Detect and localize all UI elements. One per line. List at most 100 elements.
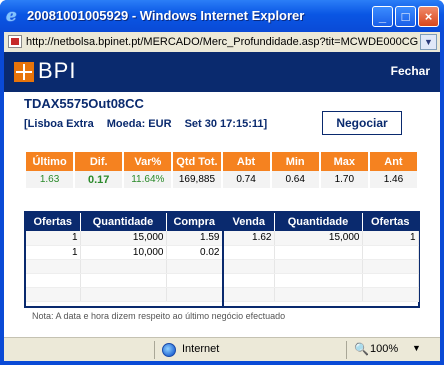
bid-header-row: Ofertas Quantidade Compra [26, 213, 222, 231]
chevron-down-icon[interactable]: ▼ [412, 343, 421, 353]
ask-price: 1.62 [224, 231, 275, 246]
ie-icon: e [6, 6, 17, 26]
header-bid-offers: Ofertas [26, 213, 81, 231]
bid-offers [26, 273, 81, 288]
instrument-name: TDAX5575Out08CC [24, 96, 144, 111]
header-ask: Venda [224, 213, 275, 231]
bid-qty [80, 287, 167, 302]
zoom-level[interactable]: 100% [370, 343, 398, 355]
table-row [224, 273, 419, 288]
header-ant: Ant [369, 152, 417, 171]
currency-label: Moeda: EUR [106, 118, 172, 130]
header-ultimo: Último [26, 152, 74, 171]
address-bar: http://netbolsa.bpinet.pt/MERCADO/Merc_P… [4, 32, 440, 52]
status-bar: Internet 🔍 100% ▼ [4, 337, 440, 361]
table-row: 1 10,000 0.02 [26, 245, 223, 260]
bid-price [166, 287, 223, 302]
value-ant: 1.46 [369, 171, 417, 188]
security-zone: Internet [182, 343, 220, 355]
page-icon [8, 35, 22, 48]
window-title: 20081001005929 - Windows Internet Explor… [27, 8, 305, 23]
ask-qty [274, 245, 363, 260]
value-min: 0.64 [271, 171, 319, 188]
header-ask-offers: Ofertas [362, 213, 418, 231]
url-field[interactable]: http://netbolsa.bpinet.pt/MERCADO/Merc_P… [26, 32, 418, 52]
instrument-info: [Lisboa Extra Moeda: EUR Set 30 17:15:11… [24, 118, 277, 130]
negociar-button[interactable]: Negociar [322, 111, 402, 135]
bid-offers [26, 259, 81, 274]
bid-table: Ofertas Quantidade Compra 1 15,000 1.59 … [26, 213, 223, 302]
globe-icon [162, 343, 176, 357]
quote-value-row: 1.63 0.17 11.64% 169,885 0.74 0.64 1.70 … [26, 171, 417, 188]
browser-window: e 20081001005929 - Windows Internet Expl… [0, 0, 444, 365]
market-label: [Lisboa Extra [24, 118, 94, 130]
header-bid: Compra [166, 213, 222, 231]
ask-price [224, 287, 275, 302]
table-row [26, 259, 223, 274]
table-row [26, 273, 223, 288]
table-row [26, 287, 223, 302]
ask-offers [362, 287, 419, 302]
bid-offers: 1 [26, 245, 81, 260]
bid-qty [80, 259, 167, 274]
ask-price [224, 273, 275, 288]
bid-price [166, 273, 223, 288]
status-separator [154, 341, 155, 359]
ask-price [224, 245, 275, 260]
value-abt: 0.74 [222, 171, 270, 188]
header-bid-qty: Quantidade [80, 213, 167, 231]
ask-qty [274, 259, 363, 274]
minimize-button[interactable]: _ [372, 6, 393, 27]
ask-offers [362, 259, 419, 274]
table-row [224, 245, 419, 260]
ask-qty [274, 273, 363, 288]
quote-table: Último Dif. Var% Qtd Tot. Abt Min Max An… [24, 152, 419, 188]
bid-price: 0.02 [166, 245, 223, 260]
ask-price [224, 259, 275, 274]
table-row [224, 287, 419, 302]
value-qtd-tot: 169,885 [173, 171, 221, 188]
header-max: Max [320, 152, 368, 171]
bid-qty: 15,000 [80, 231, 167, 246]
bid-offers [26, 287, 81, 302]
ask-offers: 1 [362, 231, 419, 246]
bid-qty [80, 273, 167, 288]
bid-offers: 1 [26, 231, 81, 246]
header-ask-qty: Quantidade [274, 213, 363, 231]
value-dif: 0.17 [75, 171, 123, 188]
ask-offers [362, 273, 419, 288]
page-content: BPI Fechar TDAX5575Out08CC [Lisboa Extra… [4, 52, 440, 337]
table-row: 1 15,000 1.59 [26, 231, 223, 246]
order-book: Ofertas Quantidade Compra 1 15,000 1.59 … [24, 211, 420, 308]
header-min: Min [271, 152, 319, 171]
bpi-logo-text: BPI [38, 58, 77, 83]
value-ultimo: 1.63 [26, 171, 74, 188]
zoom-icon[interactable]: 🔍 [354, 342, 369, 356]
close-link[interactable]: Fechar [391, 64, 430, 78]
title-bar[interactable]: e 20081001005929 - Windows Internet Expl… [0, 0, 444, 32]
header-dif: Dif. [75, 152, 123, 171]
chevron-down-icon[interactable]: ▼ [420, 34, 437, 50]
value-max: 1.70 [320, 171, 368, 188]
ask-header-row: Venda Quantidade Ofertas [224, 213, 418, 231]
ask-offers [362, 245, 419, 260]
header-var: Var% [124, 152, 172, 171]
datetime-label: Set 30 17:15:11] [184, 118, 268, 130]
status-separator [346, 341, 347, 359]
bpi-logo-icon [14, 62, 34, 82]
close-window-button[interactable]: × [418, 6, 439, 27]
table-row [224, 259, 419, 274]
maximize-button[interactable]: □ [395, 6, 416, 27]
bid-qty: 10,000 [80, 245, 167, 260]
bid-price: 1.59 [166, 231, 223, 246]
footnote: Nota: A data e hora dizem respeito ao úl… [32, 311, 286, 321]
ask-table: Venda Quantidade Ofertas 1.62 15,000 1 [224, 213, 419, 302]
header-qtd-tot: Qtd Tot. [173, 152, 221, 171]
quote-header-row: Último Dif. Var% Qtd Tot. Abt Min Max An… [26, 152, 417, 171]
ask-qty: 15,000 [274, 231, 363, 246]
bpi-header: BPI Fechar [4, 52, 440, 92]
table-row: 1.62 15,000 1 [224, 231, 419, 246]
ask-qty [274, 287, 363, 302]
value-var: 11.64% [124, 171, 172, 188]
header-abt: Abt [222, 152, 270, 171]
